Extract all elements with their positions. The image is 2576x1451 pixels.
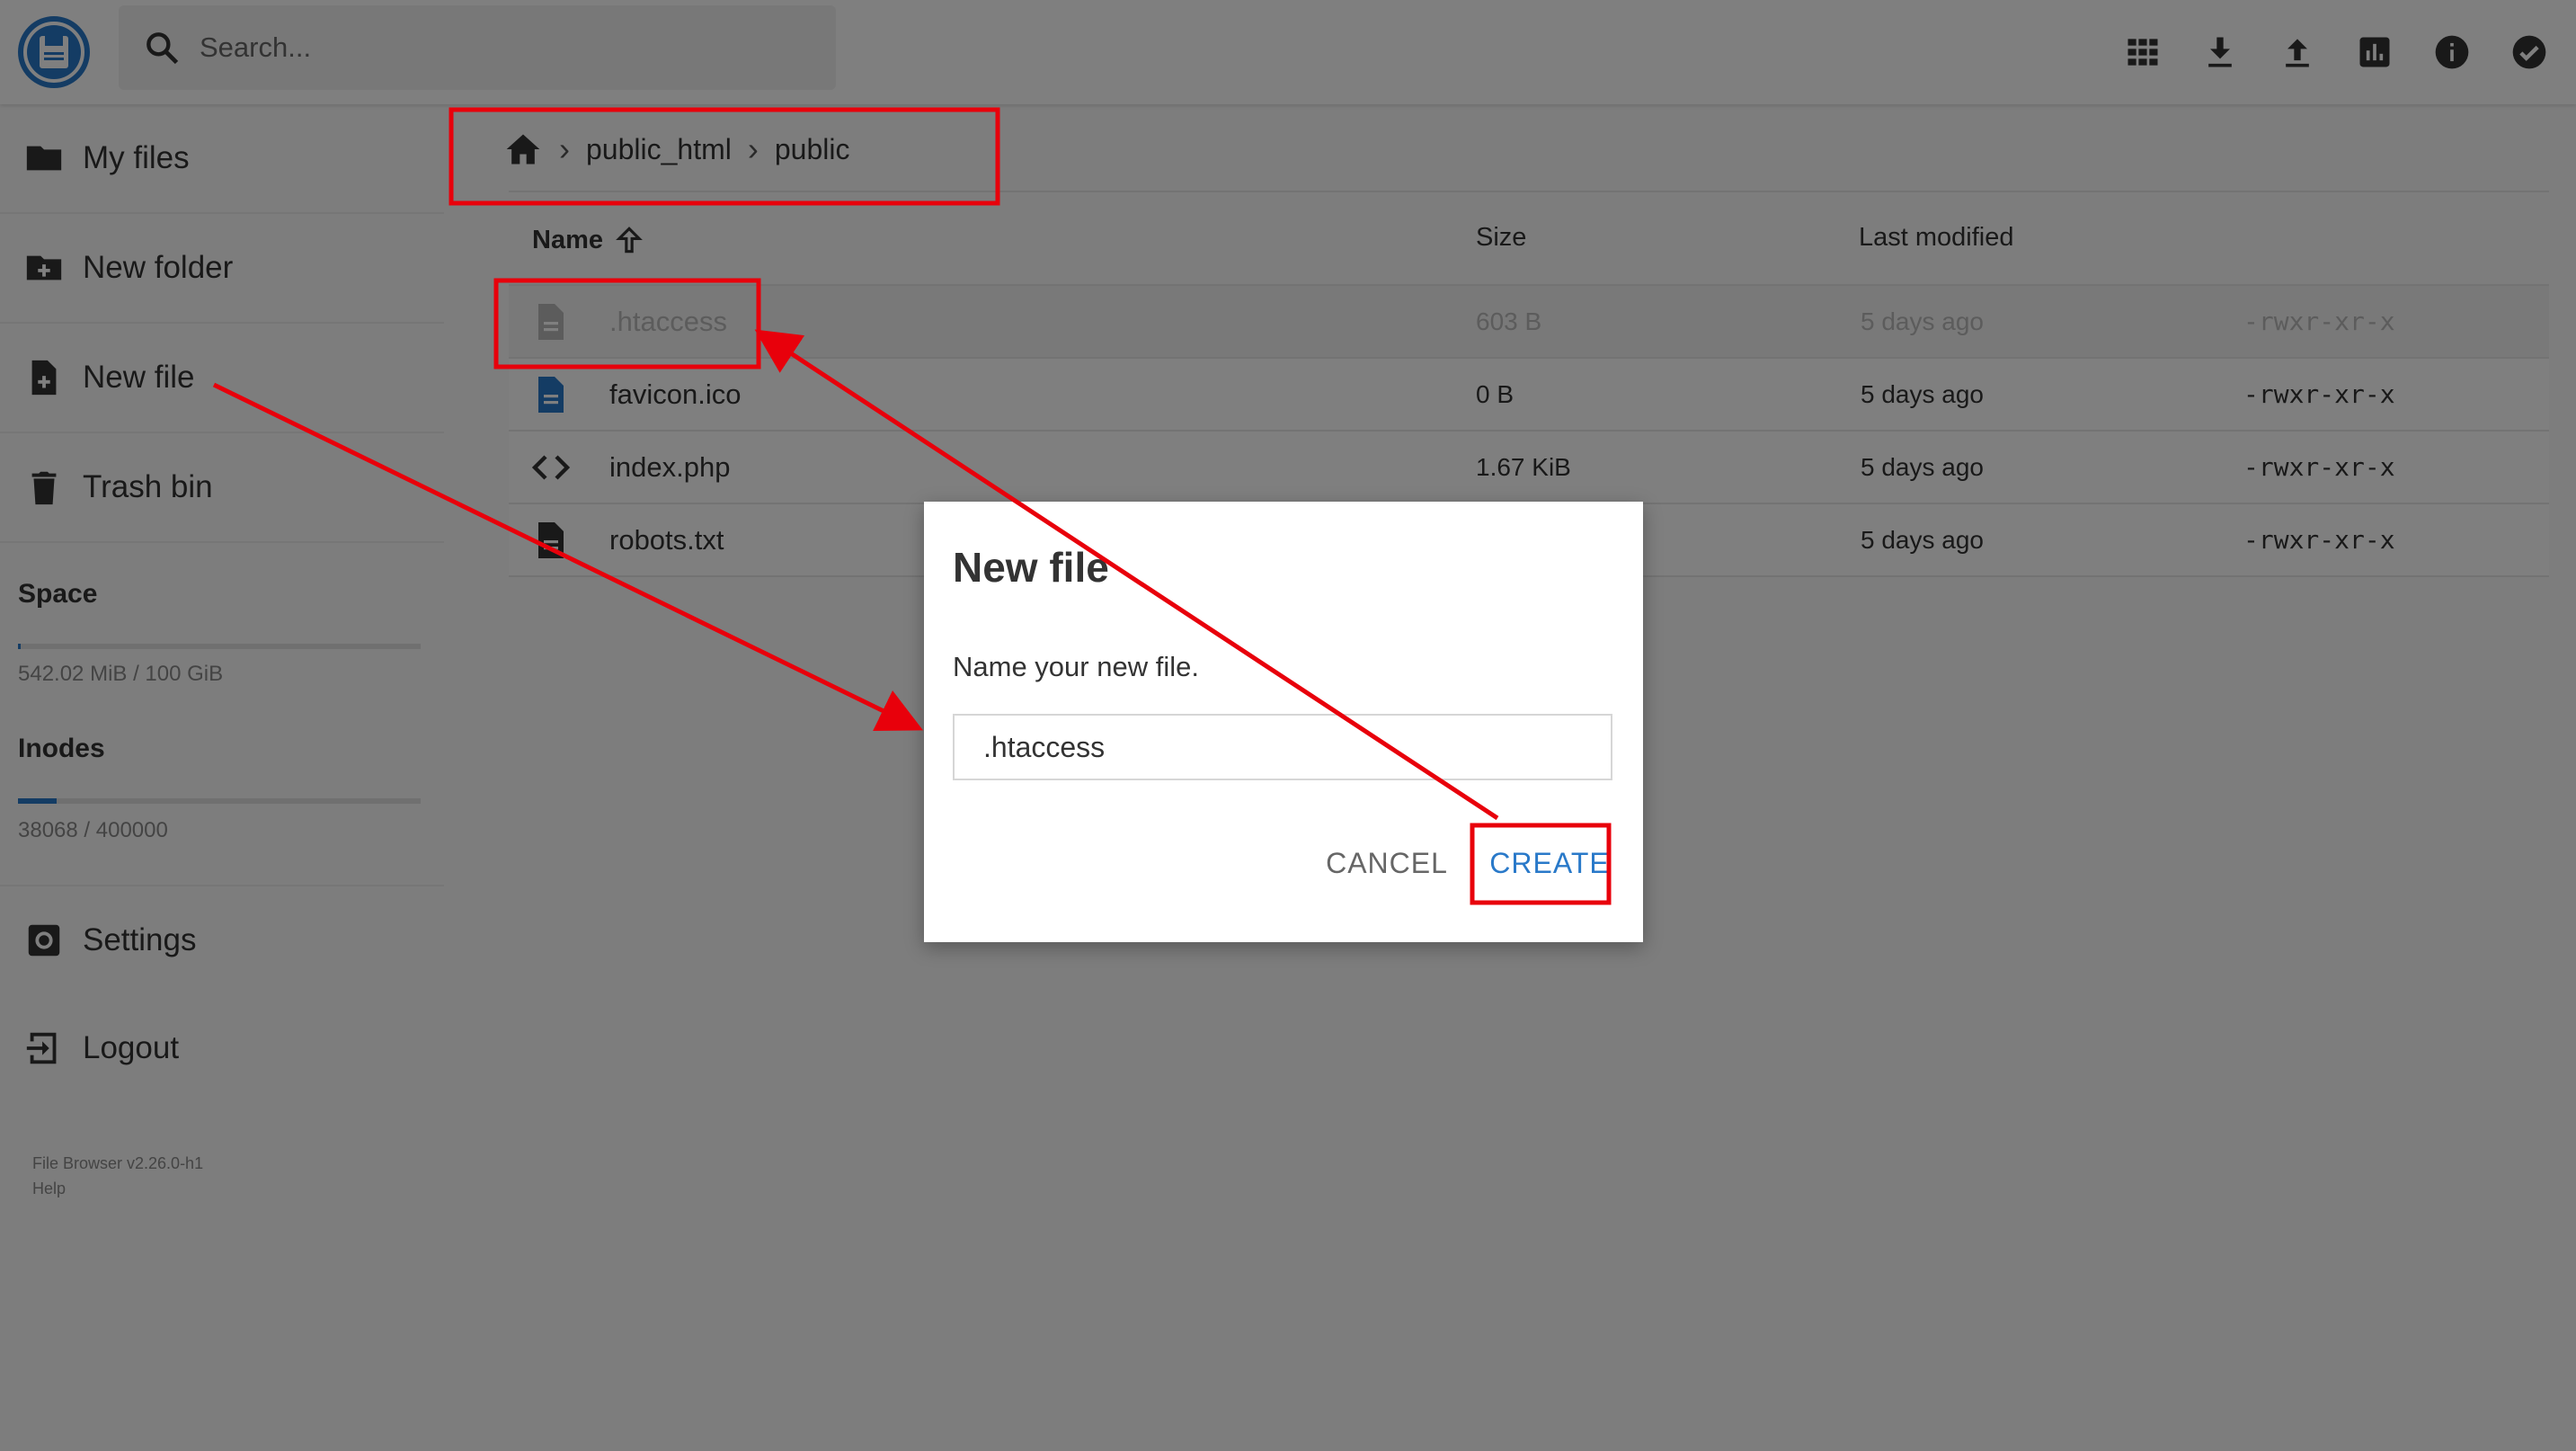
dialog-title: New file (953, 544, 1109, 591)
file-name-input[interactable] (953, 714, 1612, 780)
cancel-button[interactable]: CANCEL (1301, 825, 1472, 901)
new-file-dialog: New file Name your new file. CANCEL CREA… (924, 502, 1643, 942)
create-button[interactable]: CREATE (1478, 825, 1621, 901)
dialog-message: Name your new file. (953, 651, 1199, 682)
